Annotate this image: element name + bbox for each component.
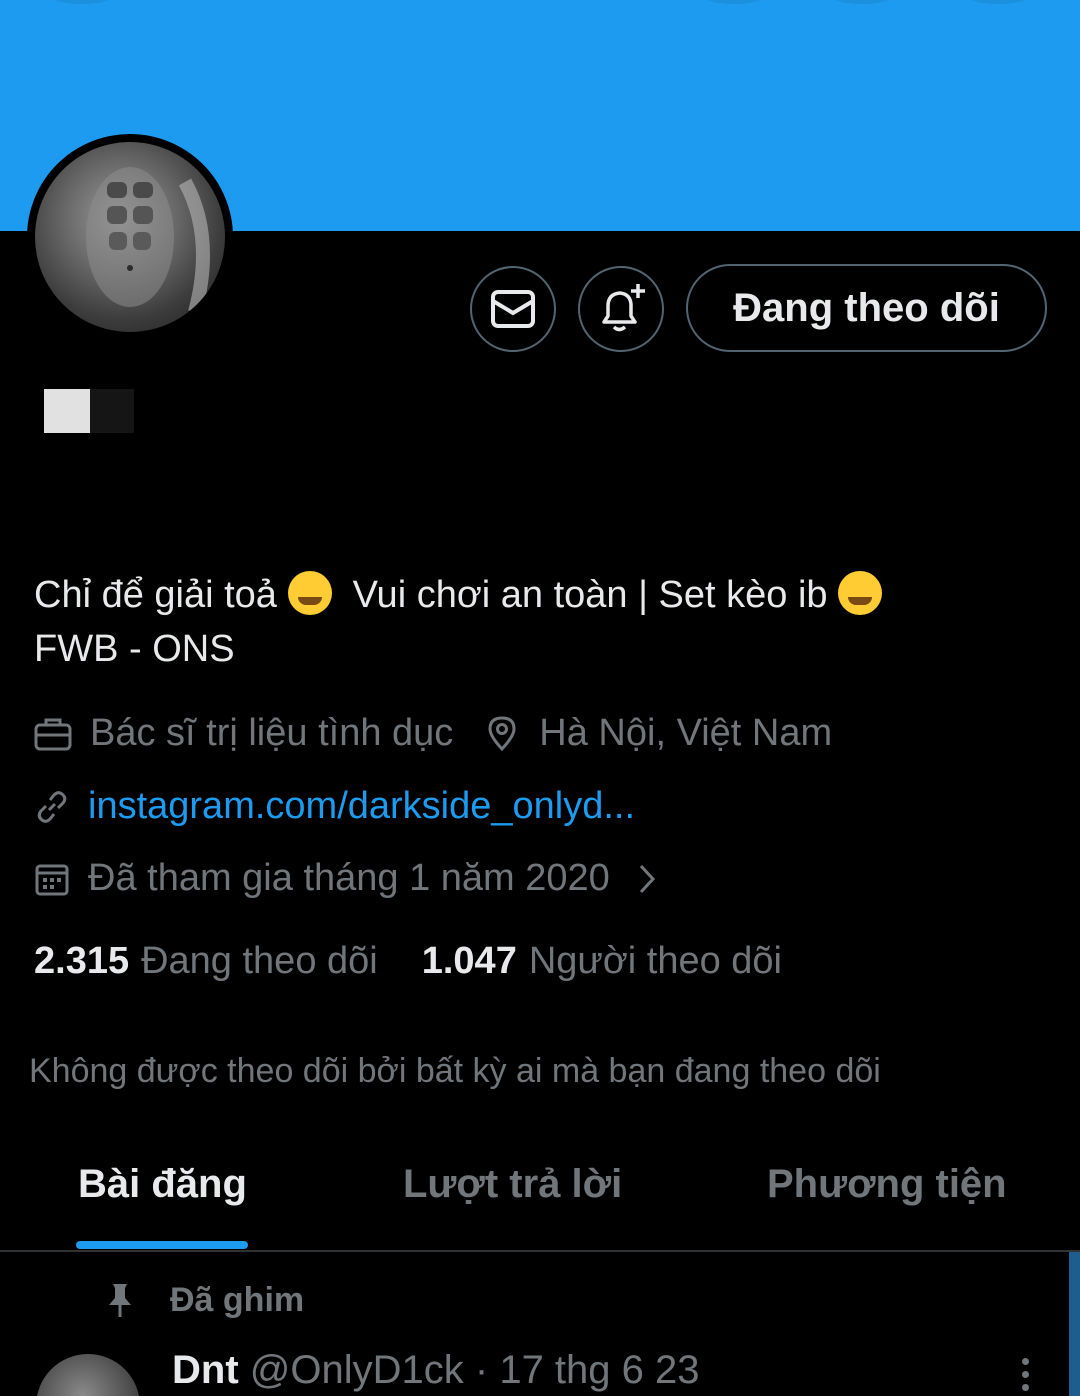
avatar-photo — [86, 167, 210, 314]
followers-stat[interactable]: 1.047 Người theo dõi — [422, 940, 782, 983]
location-text: Hà Nội, Việt Nam — [539, 712, 833, 754]
display-name — [44, 389, 134, 433]
post-author-name[interactable]: Dnt — [172, 1348, 239, 1392]
more-vertical-icon[interactable] — [1012, 1358, 1038, 1396]
following-stat[interactable]: 2.315 Đang theo dõi — [34, 940, 378, 983]
profile-website-row[interactable]: instagram.com/darkside_onlyd... — [34, 785, 635, 828]
tab-replies[interactable]: Lượt trả lời — [403, 1162, 622, 1207]
banner-top-button-edge — [830, 0, 894, 4]
profile-joined-row[interactable]: Đã tham gia tháng 1 năm 2020 — [34, 857, 658, 900]
bell-plus-icon — [602, 284, 645, 332]
following-button-label: Đang theo dõi — [733, 285, 1000, 330]
post-date[interactable]: 17 thg 6 23 — [499, 1348, 699, 1392]
banner-top-button-edge — [966, 0, 1030, 4]
drooling-face-emoji — [838, 571, 883, 615]
joined-text: Đã tham gia tháng 1 năm 2020 — [88, 857, 610, 899]
profile-bio: Chỉ để giải toả Vui chơi an toàn | Set k… — [34, 568, 1044, 676]
scrollbar[interactable] — [1069, 1252, 1080, 1396]
not-followed-note: Không được theo dõi bởi bất kỳ ai mà bạn… — [29, 1052, 881, 1090]
calendar-icon — [35, 864, 69, 895]
tab-posts[interactable]: Bài đăng — [78, 1162, 247, 1207]
post-header: Dnt @OnlyD1ck · 17 thg 6 23 — [172, 1348, 700, 1393]
profile-meta-row: Bác sĩ trị liệu tình dục Hà Nội, Việt Na… — [34, 712, 832, 755]
bio-text: Chỉ để giải toả — [34, 574, 277, 616]
pinned-label: Đã ghim — [170, 1280, 305, 1319]
yawning-face-emoji — [287, 571, 332, 615]
post-author-avatar[interactable] — [36, 1354, 140, 1396]
notify-button[interactable] — [578, 266, 664, 352]
following-count: 2.315 — [34, 940, 130, 982]
pin-icon — [109, 1284, 131, 1317]
briefcase-icon — [34, 718, 72, 750]
post-author-handle[interactable]: @OnlyD1ck — [250, 1348, 464, 1392]
followers-count: 1.047 — [421, 940, 517, 982]
bio-text: FWB - ONS — [34, 628, 235, 670]
tab-media[interactable]: Phương tiện — [767, 1162, 1007, 1207]
mail-icon — [491, 290, 535, 328]
follow-counts: 2.315 Đang theo dõi 1.047 Người theo dõi — [34, 940, 782, 983]
following-button[interactable]: Đang theo dõi — [686, 264, 1047, 352]
bio-text: Vui chơi an toàn | Set kèo ib — [352, 574, 828, 616]
followers-label: Người theo dõi — [528, 940, 782, 982]
active-tab-indicator — [76, 1241, 248, 1249]
link-icon — [37, 790, 67, 823]
website-link[interactable]: instagram.com/darkside_onlyd... — [88, 785, 635, 828]
display-name-block — [90, 389, 134, 433]
pinned-indicator: Đã ghim — [100, 1280, 304, 1320]
avatar-image — [35, 142, 225, 332]
message-button[interactable] — [470, 266, 556, 352]
tab-divider — [0, 1250, 1080, 1252]
location-pin-icon — [488, 715, 516, 751]
chevron-right-icon[interactable] — [636, 861, 658, 897]
display-name-block — [44, 389, 90, 433]
profile-avatar[interactable] — [27, 134, 233, 340]
banner-top-button-edge — [50, 0, 114, 4]
occupation-text: Bác sĩ trị liệu tình dục — [90, 712, 454, 754]
banner-top-button-edge — [702, 0, 766, 4]
post-separator: · — [474, 1348, 489, 1392]
following-label: Đang theo dõi — [141, 940, 378, 982]
